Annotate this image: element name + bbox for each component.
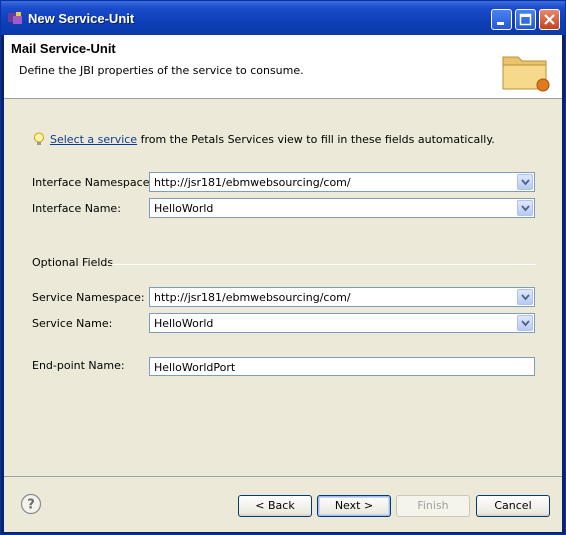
service-namespace-dropdown[interactable]: [517, 289, 533, 305]
cancel-button[interactable]: Cancel: [476, 495, 550, 517]
page-title: Mail Service-Unit: [11, 41, 116, 56]
lightbulb-icon: [34, 132, 44, 145]
minimize-icon: [497, 22, 504, 25]
chevron-down-icon: [521, 205, 530, 212]
interface-namespace-combo[interactable]: http://jsr181/ebmwebsourcing/com/: [149, 172, 535, 192]
service-name-value: HelloWorld: [154, 317, 214, 330]
group-separator: [108, 264, 536, 265]
endpoint-name-input[interactable]: HelloWorldPort: [149, 357, 535, 376]
service-namespace-label: Service Namespace:: [32, 291, 145, 304]
service-namespace-combo[interactable]: http://jsr181/ebmwebsourcing/com/: [149, 287, 535, 307]
folder-banner-icon: [502, 56, 550, 92]
dialog-window: New Service-Unit Mail Service-Unit Defin…: [0, 0, 566, 535]
optional-fields-label: Optional Fields: [32, 256, 114, 269]
svg-text:?: ?: [27, 498, 35, 513]
wizard-footer: ? < Back Next > Finish Cancel: [4, 477, 562, 532]
interface-namespace-label: Interface Namespace:: [32, 176, 154, 189]
wizard-header: Mail Service-Unit Define the JBI propert…: [4, 35, 562, 99]
window-title: New Service-Unit: [28, 11, 135, 26]
chevron-down-icon: [521, 179, 530, 186]
dialog-client-area: Mail Service-Unit Define the JBI propert…: [4, 35, 562, 532]
interface-name-dropdown[interactable]: [517, 200, 533, 216]
next-button[interactable]: Next >: [317, 495, 391, 517]
back-button[interactable]: < Back: [238, 495, 312, 517]
help-icon[interactable]: ?: [20, 493, 42, 515]
interface-name-combo[interactable]: HelloWorld: [149, 198, 535, 218]
app-icon: [8, 12, 22, 24]
endpoint-name-value: HelloWorldPort: [154, 361, 236, 374]
hint-line: Select a service from the Petals Service…: [32, 132, 495, 146]
chevron-down-icon: [521, 294, 530, 301]
service-namespace-value: http://jsr181/ebmwebsourcing/com/: [154, 291, 351, 304]
interface-name-value: HelloWorld: [154, 202, 214, 215]
finish-button[interactable]: Finish: [396, 495, 470, 517]
title-bar[interactable]: New Service-Unit: [1, 1, 565, 35]
maximize-icon: [519, 13, 532, 26]
service-name-dropdown[interactable]: [517, 315, 533, 331]
select-service-link[interactable]: Select a service: [50, 133, 137, 146]
page-description: Define the JBI properties of the service…: [19, 64, 304, 77]
close-icon: [544, 14, 555, 25]
wizard-content: Select a service from the Petals Service…: [4, 99, 562, 477]
maximize-button[interactable]: [515, 9, 536, 30]
chevron-down-icon: [521, 320, 530, 327]
hint-text: from the Petals Services view to fill in…: [137, 133, 495, 146]
interface-namespace-value: http://jsr181/ebmwebsourcing/com/: [154, 176, 351, 189]
interface-name-label: Interface Name:: [32, 202, 121, 215]
interface-namespace-dropdown[interactable]: [517, 174, 533, 190]
close-button[interactable]: [539, 9, 560, 30]
endpoint-name-label: End-point Name:: [32, 359, 125, 372]
minimize-button[interactable]: [491, 9, 512, 30]
service-name-combo[interactable]: HelloWorld: [149, 313, 535, 333]
service-name-label: Service Name:: [32, 317, 113, 330]
